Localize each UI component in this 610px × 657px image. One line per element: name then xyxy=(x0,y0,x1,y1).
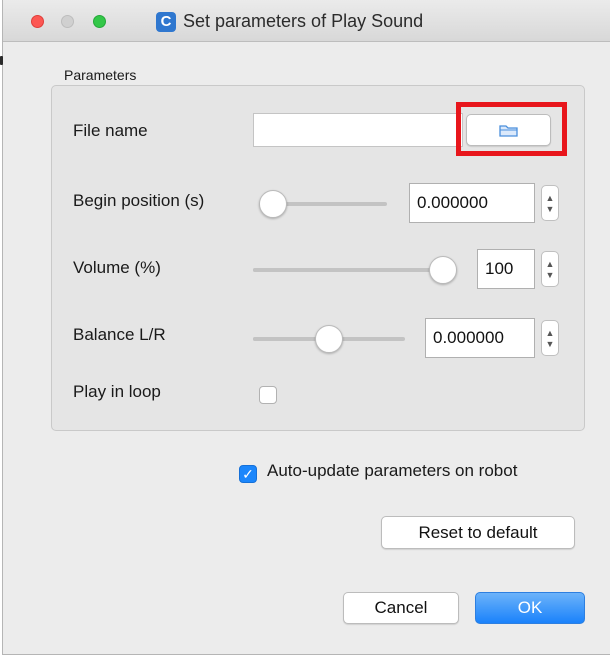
ok-button[interactable]: OK xyxy=(475,592,585,624)
balance-label: Balance L/R xyxy=(73,325,166,344)
window-edge-mark xyxy=(0,56,3,65)
reset-to-default-button[interactable]: Reset to default xyxy=(381,516,575,549)
stepper-down-icon[interactable]: ▼ xyxy=(542,205,558,214)
balance-slider[interactable] xyxy=(253,325,405,353)
zoom-window-button[interactable] xyxy=(93,15,106,28)
app-icon: C xyxy=(156,12,176,32)
auto-update-label: Auto-update parameters on robot xyxy=(267,461,518,480)
dialog-window: C Set parameters of Play Sound Parameter… xyxy=(0,0,610,655)
stepper-down-icon[interactable]: ▼ xyxy=(542,271,558,280)
parameters-group-label: Parameters xyxy=(64,67,137,83)
stepper-up-icon[interactable]: ▲ xyxy=(542,260,558,269)
stepper-up-icon[interactable]: ▲ xyxy=(542,194,558,203)
file-name-input[interactable] xyxy=(253,113,463,147)
minimize-window-button[interactable] xyxy=(61,15,74,28)
cancel-button[interactable]: Cancel xyxy=(343,592,459,624)
stepper-down-icon[interactable]: ▼ xyxy=(542,340,558,349)
volume-input[interactable]: 100 xyxy=(477,249,535,289)
close-window-button[interactable] xyxy=(31,15,44,28)
title-bar: C Set parameters of Play Sound xyxy=(3,0,610,42)
balance-slider-knob[interactable] xyxy=(315,325,343,353)
balance-input[interactable]: 0.000000 xyxy=(425,318,535,358)
begin-position-slider[interactable] xyxy=(259,190,387,218)
balance-stepper[interactable]: ▲ ▼ xyxy=(541,320,559,356)
window-title: Set parameters of Play Sound xyxy=(183,11,424,31)
volume-slider-fill xyxy=(253,268,443,272)
volume-label: Volume (%) xyxy=(73,258,161,277)
begin-position-stepper[interactable]: ▲ ▼ xyxy=(541,185,559,221)
stepper-up-icon[interactable]: ▲ xyxy=(542,329,558,338)
begin-position-slider-knob[interactable] xyxy=(259,190,287,218)
volume-slider-knob[interactable] xyxy=(429,256,457,284)
highlight-box xyxy=(456,102,567,156)
begin-position-input[interactable]: 0.000000 xyxy=(409,183,535,223)
play-in-loop-label: Play in loop xyxy=(73,382,161,401)
volume-stepper[interactable]: ▲ ▼ xyxy=(541,251,559,287)
play-in-loop-checkbox[interactable] xyxy=(259,386,277,404)
begin-position-label: Begin position (s) xyxy=(73,191,205,210)
auto-update-checkbox[interactable]: ✓ xyxy=(239,465,257,483)
volume-slider[interactable] xyxy=(253,256,457,284)
file-name-label: File name xyxy=(73,121,148,140)
